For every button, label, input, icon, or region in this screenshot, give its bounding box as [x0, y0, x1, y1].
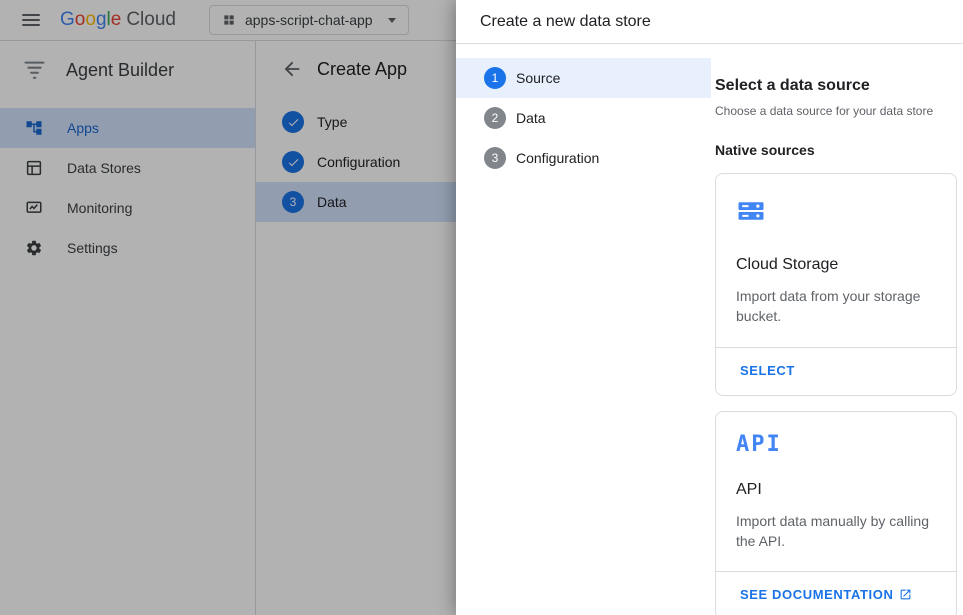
native-sources-heading: Native sources — [715, 142, 957, 158]
datastore-step-configuration[interactable]: 3 Configuration — [456, 138, 711, 178]
step-number-badge: 2 — [484, 107, 506, 129]
see-documentation-label: SEE DOCUMENTATION — [740, 587, 893, 602]
step-number-badge: 3 — [484, 147, 506, 169]
card-title: API — [736, 481, 942, 499]
api-logo-icon: API — [736, 434, 942, 456]
dialog-title: Create a new data store — [480, 13, 651, 31]
card-title: Cloud Storage — [736, 256, 942, 274]
create-data-store-dialog: Create a new data store 1 Source 2 Data … — [456, 0, 963, 615]
step-label: Data — [516, 110, 546, 126]
cloud-storage-icon — [736, 196, 766, 226]
see-documentation-link[interactable]: SEE DOCUMENTATION — [740, 587, 912, 602]
card-api: API API Import data manually by calling … — [715, 411, 957, 615]
card-description: Import data from your storage bucket. — [736, 286, 942, 327]
card-body: API API Import data manually by calling … — [716, 412, 956, 572]
dialog-body: 1 Source 2 Data 3 Configuration Select a… — [456, 44, 963, 615]
select-button[interactable]: SELECT — [740, 363, 795, 378]
datastore-step-source[interactable]: 1 Source — [456, 58, 711, 98]
step-label: Source — [516, 70, 560, 86]
card-footer: SEE DOCUMENTATION — [716, 571, 956, 615]
step-label: Configuration — [516, 150, 599, 166]
card-description: Import data manually by calling the API. — [736, 511, 942, 552]
datastore-stepper: 1 Source 2 Data 3 Configuration — [456, 44, 711, 615]
card-body: Cloud Storage Import data from your stor… — [716, 174, 956, 347]
datastore-step-data[interactable]: 2 Data — [456, 98, 711, 138]
dialog-content: Select a data source Choose a data sourc… — [711, 44, 963, 615]
modal-scrim[interactable] — [0, 0, 456, 615]
external-link-icon — [899, 588, 912, 601]
card-footer: SELECT — [716, 347, 956, 395]
screen: G o o g l e Cloud apps-script-chat-app A… — [0, 0, 963, 615]
content-subheading: Choose a data source for your data store — [715, 104, 957, 118]
card-cloud-storage: Cloud Storage Import data from your stor… — [715, 173, 957, 396]
step-number-badge: 1 — [484, 67, 506, 89]
content-heading: Select a data source — [715, 77, 957, 95]
dialog-header: Create a new data store — [456, 0, 963, 44]
